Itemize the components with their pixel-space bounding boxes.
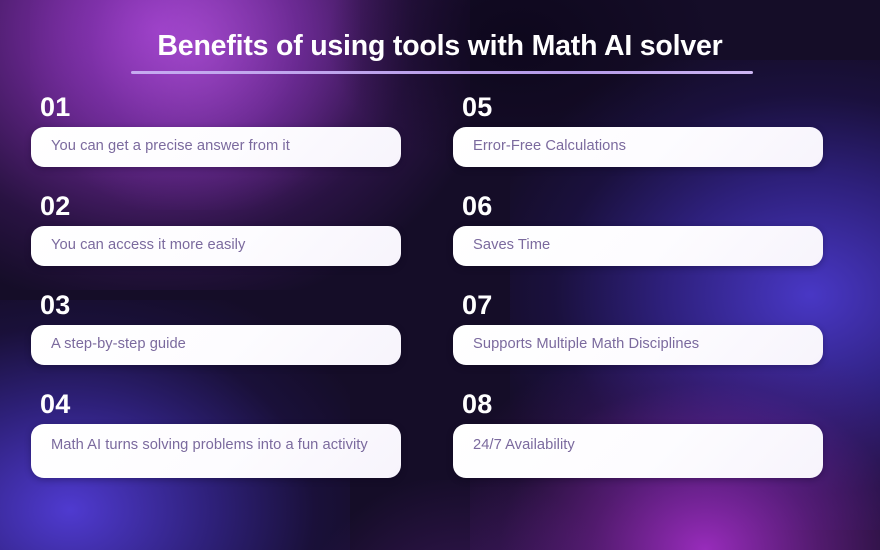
- benefit-pill-05[interactable]: Error-Free Calculations: [453, 127, 823, 167]
- benefit-pill-07[interactable]: Supports Multiple Math Disciplines: [453, 325, 823, 365]
- benefit-text-06: Saves Time: [473, 237, 551, 253]
- benefit-text-08: 24/7 Availability: [473, 437, 575, 453]
- benefit-number-08: 08: [462, 389, 493, 419]
- benefit-text-02: You can access it more easily: [51, 237, 246, 253]
- benefit-pill-03[interactable]: A step-by-step guide: [31, 325, 401, 365]
- benefit-pill-01[interactable]: You can get a precise answer from it: [31, 127, 401, 167]
- benefit-text-05: Error-Free Calculations: [473, 138, 626, 154]
- header: Benefits of using tools with Math AI sol…: [0, 28, 880, 64]
- benefit-text-04: Math AI turns solving problems into a fu…: [51, 437, 368, 453]
- benefit-text-01: You can get a precise answer from it: [51, 138, 290, 154]
- benefit-pill-08[interactable]: 24/7 Availability: [453, 424, 823, 478]
- benefit-pill-02[interactable]: You can access it more easily: [31, 226, 401, 266]
- benefit-number-01: 01: [40, 92, 71, 122]
- benefit-text-07: Supports Multiple Math Disciplines: [473, 336, 700, 352]
- title-underline-rule: [131, 71, 753, 74]
- benefit-pill-04[interactable]: Math AI turns solving problems into a fu…: [31, 424, 401, 478]
- benefit-pill-06[interactable]: Saves Time: [453, 226, 823, 266]
- benefit-number-02: 02: [40, 191, 71, 221]
- benefit-number-07: 07: [462, 290, 493, 320]
- benefit-number-03: 03: [40, 290, 71, 320]
- page-title: Benefits of using tools with Math AI sol…: [157, 30, 723, 62]
- benefit-text-03: A step-by-step guide: [51, 336, 186, 352]
- benefit-number-05: 05: [462, 92, 493, 122]
- infographic-canvas: Benefits of using tools with Math AI sol…: [0, 0, 880, 550]
- benefit-number-06: 06: [462, 191, 493, 221]
- benefit-number-04: 04: [40, 389, 71, 419]
- background-glow-bottom-center: [300, 480, 630, 550]
